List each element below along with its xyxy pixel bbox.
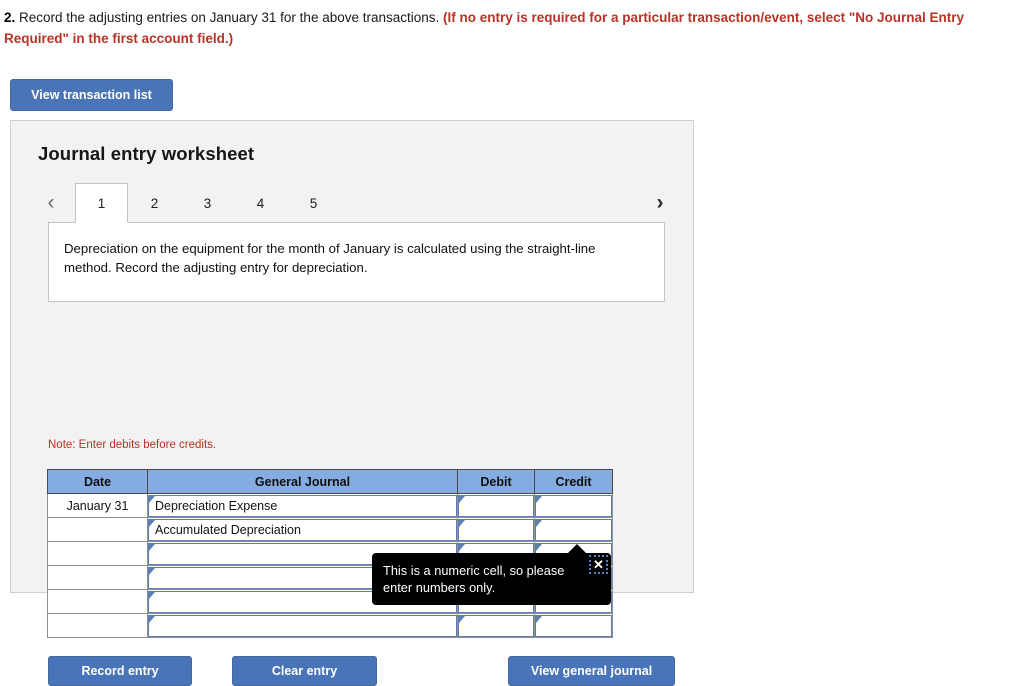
tooltip-pointer-arrow	[568, 544, 586, 553]
worksheet-title: Journal entry worksheet	[38, 143, 255, 164]
date-cell-row-1[interactable]: January 31	[47, 493, 148, 518]
table-row: January 31 Depreciation Expense	[47, 493, 613, 518]
debit-input-row-6[interactable]	[458, 614, 534, 637]
account-value-row-1: Depreciation Expense	[155, 498, 278, 513]
transaction-description-box: Depreciation on the equipment for the mo…	[48, 222, 665, 302]
account-input-row-2[interactable]: Accumulated Depreciation	[148, 518, 457, 541]
question-number: 2.	[4, 10, 16, 25]
close-icon[interactable]: ✕	[589, 555, 608, 574]
credit-cell-row-2[interactable]	[534, 517, 613, 542]
tab-4[interactable]: 4	[234, 183, 287, 223]
debits-before-credits-note: Note: Enter debits before credits.	[48, 439, 217, 451]
chevron-right-icon[interactable]: ›	[647, 187, 673, 217]
account-cell-row-6[interactable]	[147, 613, 458, 638]
column-header-debit: Debit	[457, 469, 535, 494]
debit-input-row-1[interactable]	[458, 494, 534, 517]
account-cell-row-1[interactable]: Depreciation Expense	[147, 493, 458, 518]
chevron-left-icon[interactable]: ‹	[38, 187, 64, 217]
account-input-row-1[interactable]: Depreciation Expense	[148, 494, 457, 517]
view-general-journal-button[interactable]: View general journal	[508, 656, 675, 686]
question-prompt: 2. Record the adjusting entries on Janua…	[4, 8, 1016, 50]
account-cell-row-2[interactable]: Accumulated Depreciation	[147, 517, 458, 542]
table-row	[47, 613, 613, 638]
debit-input-row-2[interactable]	[458, 518, 534, 541]
record-entry-button[interactable]: Record entry	[48, 656, 192, 686]
credit-cell-row-6[interactable]	[534, 613, 613, 638]
tab-1[interactable]: 1	[75, 183, 128, 223]
debit-cell-row-6[interactable]	[457, 613, 535, 638]
column-header-credit: Credit	[534, 469, 613, 494]
account-value-row-2: Accumulated Depreciation	[155, 522, 301, 537]
date-cell-row-6[interactable]	[47, 613, 148, 638]
credit-input-row-1[interactable]	[535, 494, 612, 517]
column-header-general-journal: General Journal	[147, 469, 458, 494]
credit-cell-row-1[interactable]	[534, 493, 613, 518]
table-header-row: Date General Journal Debit Credit	[47, 469, 613, 494]
debit-cell-row-1[interactable]	[457, 493, 535, 518]
worksheet-tabbar: ‹ 1 2 3 4 5 ›	[38, 181, 675, 223]
transaction-description-text: Depreciation on the equipment for the mo…	[64, 241, 596, 276]
account-input-row-6[interactable]	[148, 614, 457, 637]
numeric-cell-tooltip: This is a numeric cell, so please enter …	[372, 544, 611, 605]
tab-3[interactable]: 3	[181, 183, 234, 223]
table-row: Accumulated Depreciation	[47, 517, 613, 542]
date-cell-row-4[interactable]	[47, 565, 148, 590]
column-header-date: Date	[47, 469, 148, 494]
question-text: Record the adjusting entries on January …	[15, 10, 444, 25]
credit-input-row-6[interactable]	[535, 614, 612, 637]
date-cell-row-5[interactable]	[47, 589, 148, 614]
clear-entry-button[interactable]: Clear entry	[232, 656, 377, 686]
tooltip-message: This is a numeric cell, so please enter …	[383, 563, 565, 596]
date-cell-row-3[interactable]	[47, 541, 148, 566]
debit-cell-row-2[interactable]	[457, 517, 535, 542]
tab-2[interactable]: 2	[128, 183, 181, 223]
date-cell-row-2[interactable]	[47, 517, 148, 542]
journal-entry-worksheet-panel: Journal entry worksheet ‹ 1 2 3 4 5 › De…	[10, 120, 694, 686]
credit-input-row-2[interactable]	[535, 518, 612, 541]
view-transaction-list-button[interactable]: View transaction list	[10, 79, 173, 111]
tab-5[interactable]: 5	[287, 183, 340, 223]
